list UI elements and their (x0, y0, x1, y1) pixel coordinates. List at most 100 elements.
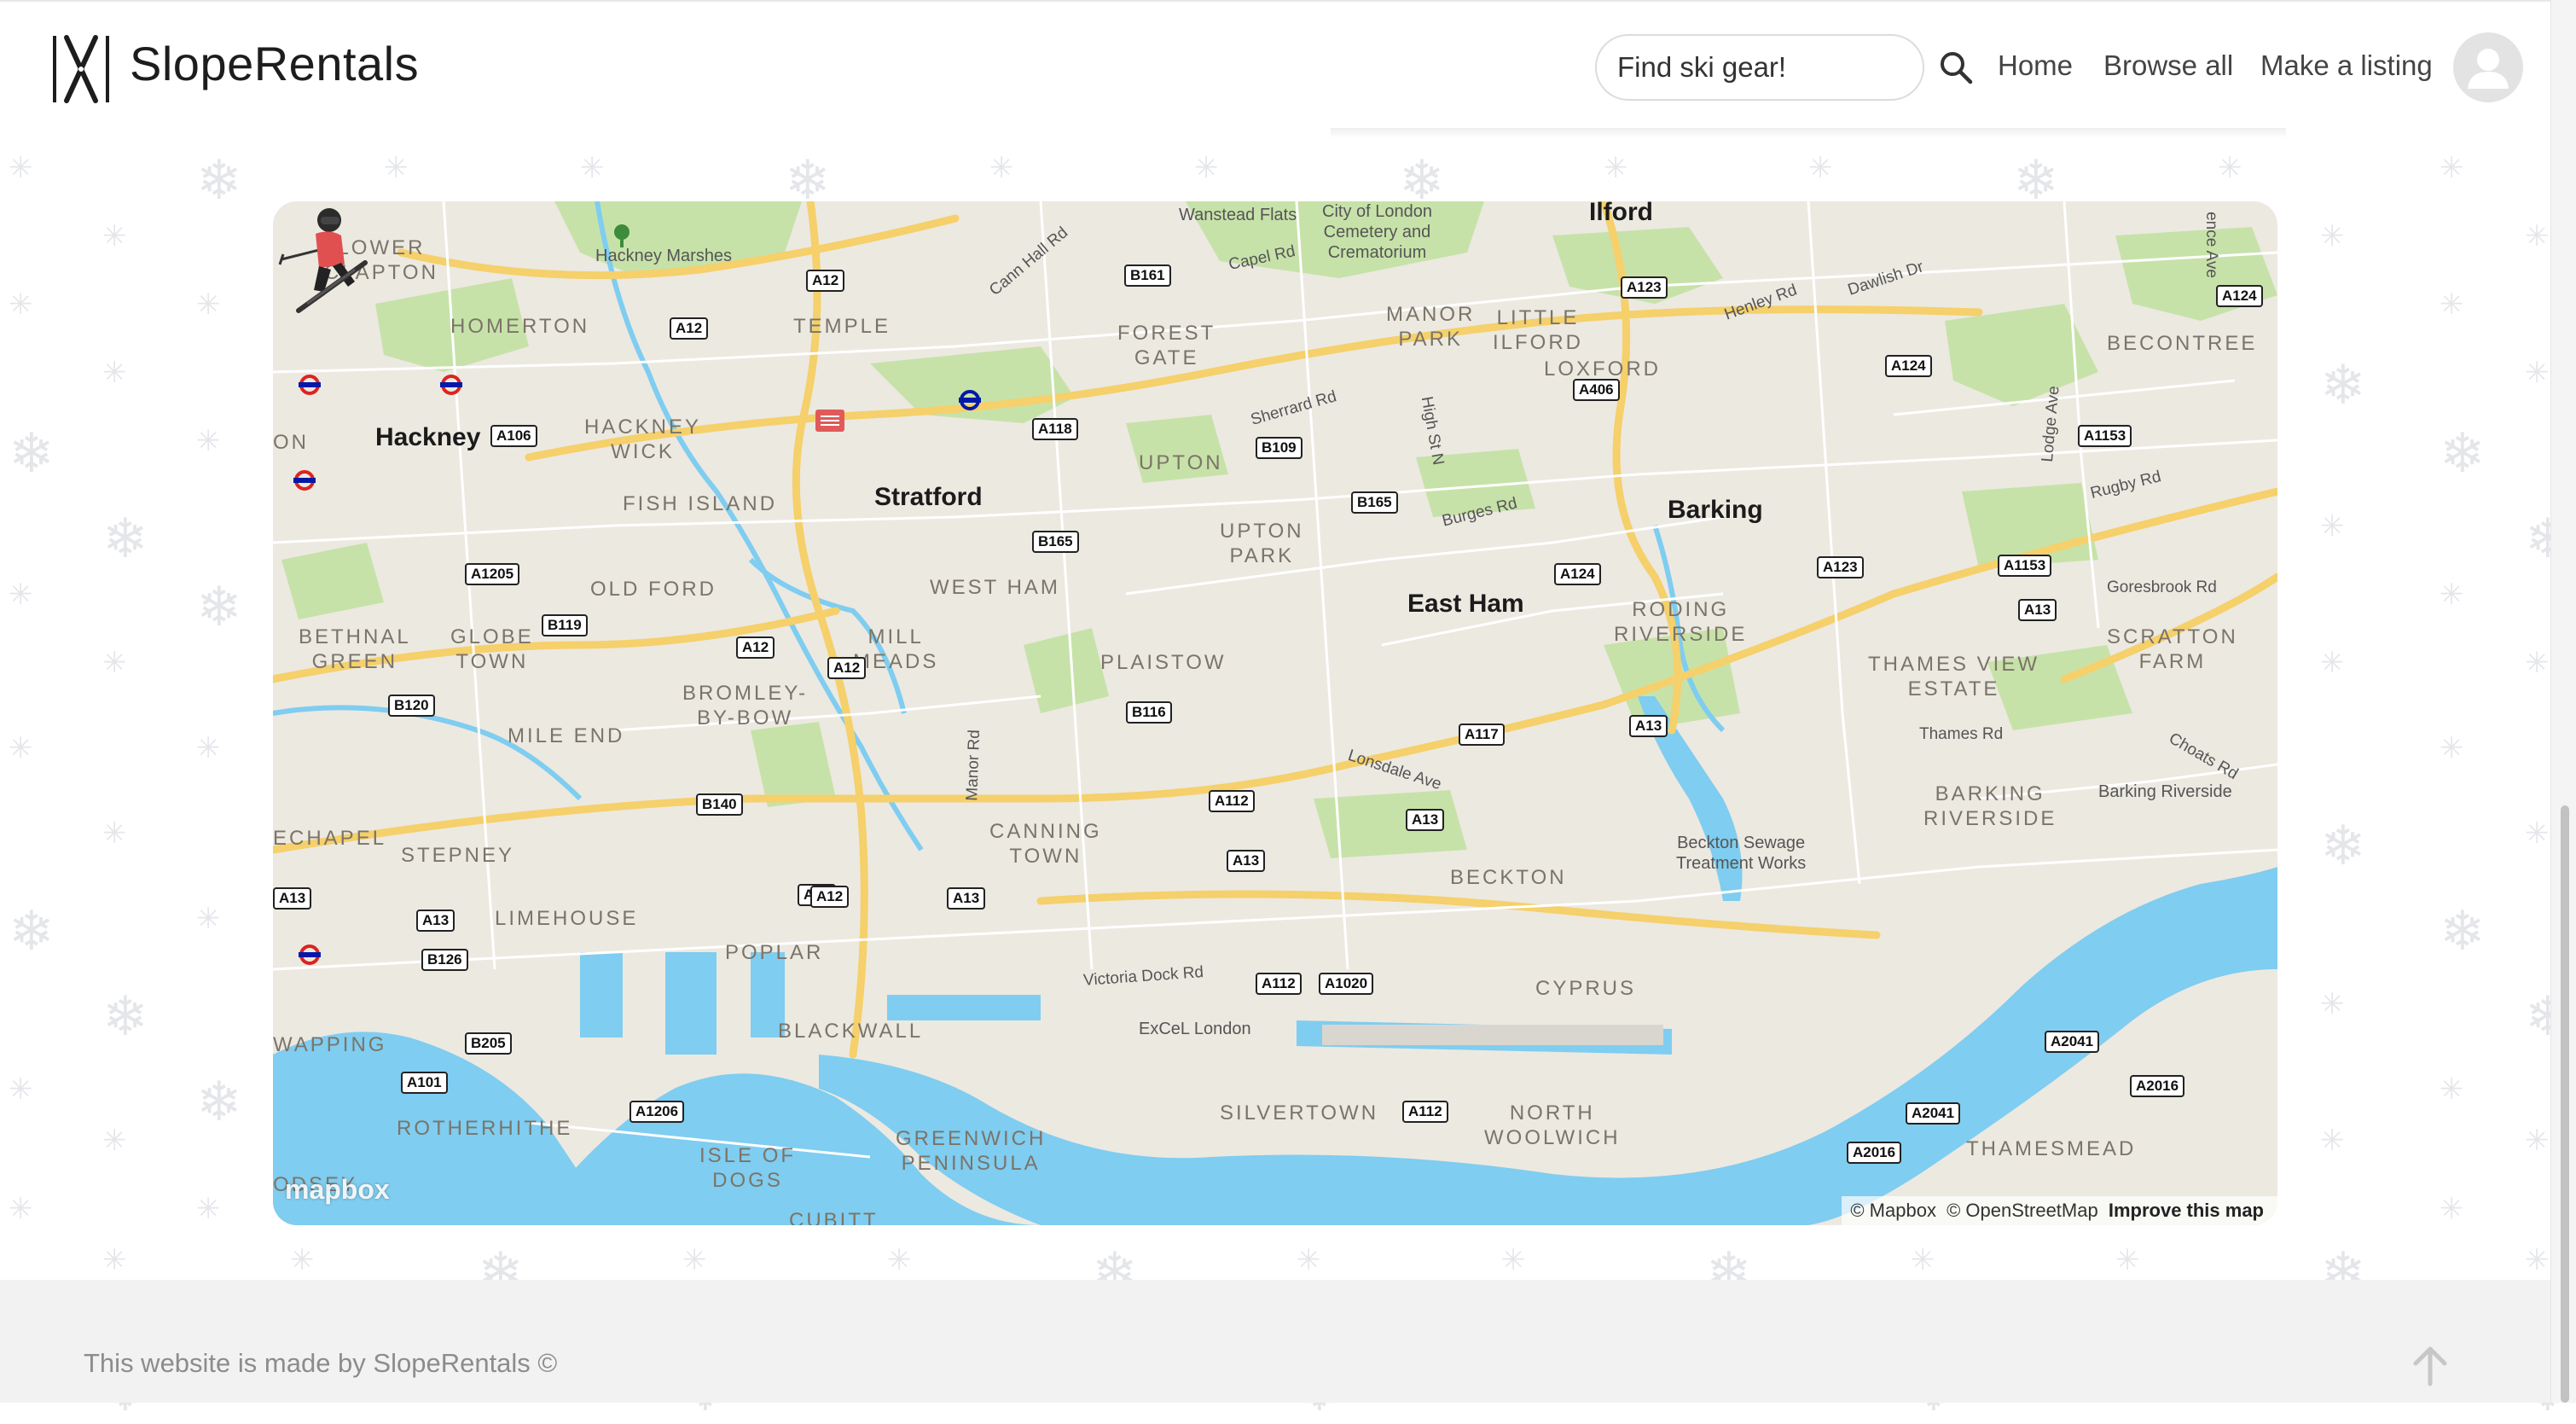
snowflake-icon: ✳ (9, 1192, 33, 1226)
search-icon[interactable] (1936, 48, 1976, 87)
snowflake-icon: ✳ (196, 424, 221, 458)
road-shield: A1153 (2078, 425, 2132, 447)
road-shield: B165 (1351, 491, 1398, 514)
snowflake-icon: ✳ (2320, 1124, 2345, 1158)
district-label: CUBITT (789, 1209, 879, 1225)
district-label: CANNING TOWN (989, 820, 1102, 868)
footer-credit: This website is made by SlopeRentals © (84, 1348, 558, 1378)
street-label: Goresbrook Rd (2107, 578, 2217, 596)
snowflake-icon: ✳ (102, 646, 127, 680)
road-shield: B205 (465, 1032, 512, 1055)
snowflake-icon: ✳ (384, 151, 409, 185)
mapbox-logo[interactable]: mapbox (285, 1174, 390, 1206)
snowflake-icon: ✳ (2320, 509, 2345, 543)
snowflake-icon: ✳ (9, 578, 33, 612)
snowflake-icon: ✳ (2525, 1124, 2550, 1158)
district-label: WEST HAM (930, 576, 1060, 599)
snowflake-icon: ❄ (102, 508, 148, 571)
scrollbar-thumb[interactable] (2561, 805, 2569, 1403)
snowflake-icon: ✳ (2320, 646, 2345, 680)
place-label: Ilford (1589, 201, 1653, 226)
district-label: MILE END (508, 724, 625, 747)
road-shield: A12 (810, 886, 850, 908)
snowflake-icon: ✳ (1194, 151, 1219, 185)
underground-station-icon[interactable] (293, 469, 316, 491)
snowflake-icon: ✳ (2440, 151, 2464, 185)
road-shield: B119 (542, 614, 588, 636)
road-shield: A106 (490, 425, 537, 447)
district-label: ON (273, 431, 309, 454)
underground-station-icon[interactable] (299, 374, 321, 396)
poi-label: Wanstead Flats (1179, 206, 1297, 224)
road-shield: A13 (1227, 850, 1266, 872)
snowflake-icon: ✳ (2440, 578, 2464, 612)
district-label: TEMPLE (793, 315, 891, 338)
poi-label: Beckton Sewage Treatment Works (1676, 834, 1807, 873)
district-label: OLD FORD (590, 578, 717, 601)
road-shield: A2016 (2130, 1075, 2185, 1097)
place-label: Barking (1668, 496, 1763, 524)
underground-station-icon[interactable] (440, 374, 462, 396)
road-shield: A1206 (629, 1101, 685, 1123)
osm-attribution-link[interactable]: © OpenStreetMap (1947, 1200, 2098, 1221)
road-shield: A12 (827, 657, 867, 679)
user-avatar-icon[interactable] (2453, 32, 2523, 102)
snowflake-icon: ✳ (102, 1124, 127, 1158)
snowflake-icon: ✳ (102, 356, 127, 390)
snowflake-icon: ❄ (785, 149, 831, 212)
road-shield: B109 (1256, 437, 1303, 459)
nav-browse-all-link[interactable]: Browse all (2103, 49, 2233, 82)
snowflake-icon: ✳ (9, 151, 33, 185)
road-shield: A112 (1256, 973, 1302, 995)
top-navbar: SlopeRentals Home Browse all Make a list… (0, 0, 2550, 130)
header-shadow (1331, 128, 2286, 138)
district-label: MANOR PARK (1386, 303, 1476, 351)
district-label: SILVERTOWN (1220, 1101, 1379, 1125)
nav-make-listing-link[interactable]: Make a listing (2260, 49, 2433, 82)
snowflake-icon: ❄ (2013, 149, 2059, 212)
poi-label: ExCeL London (1139, 1020, 1251, 1038)
skier-marker-icon[interactable] (273, 201, 375, 321)
snowflake-icon: ❄ (2320, 354, 2366, 417)
airport-runway (1322, 1025, 1663, 1045)
snowflake-icon: ❄ (102, 985, 148, 1049)
snowflake-icon: ✳ (290, 1243, 315, 1277)
district-label: BLACKWALL (778, 1020, 924, 1043)
search-input[interactable] (1595, 34, 1924, 101)
road-shield: A13 (416, 910, 455, 932)
snowflake-icon: ✳ (102, 1243, 127, 1277)
district-label: FOREST GATE (1117, 322, 1216, 369)
improve-map-link[interactable]: Improve this map (2109, 1200, 2264, 1221)
district-label: ROTHERHITHE (397, 1117, 573, 1140)
snowflake-icon: ❄ (2440, 900, 2486, 963)
snowflake-icon: ✳ (1604, 151, 1628, 185)
mapbox-attribution-link[interactable]: © Mapbox (1850, 1200, 1936, 1221)
district-label: ECHAPEL (273, 827, 387, 850)
district-label: THAMESMEAD (1966, 1137, 2137, 1160)
national-rail-icon[interactable] (815, 410, 844, 432)
crossed-skis-logo-icon[interactable] (49, 32, 113, 106)
nav-home-link[interactable]: Home (1998, 49, 2073, 82)
snowflake-icon: ✳ (989, 151, 1014, 185)
snowflake-icon: ✳ (2440, 1072, 2464, 1107)
snowflake-icon: ✳ (2440, 731, 2464, 765)
underground-station-icon[interactable] (959, 389, 981, 411)
arrow-up-icon[interactable] (2411, 1345, 2450, 1387)
road-shield: A124 (1885, 355, 1932, 377)
road-shield: A117 (1459, 724, 1505, 746)
road-shield: A112 (1209, 790, 1255, 812)
road-shield: A13 (2018, 599, 2057, 621)
district-label: POPLAR (725, 941, 824, 964)
listing-location-map[interactable]: Hackney Stratford East Ham Barking Ilford LOW… (273, 201, 2277, 1225)
road-shield: A12 (736, 636, 775, 659)
road-shield: A2041 (1906, 1102, 1961, 1125)
road-shield: A124 (1554, 563, 1601, 585)
district-label: BECONTREE (2107, 332, 2258, 355)
snowflake-icon: ✳ (2440, 1192, 2464, 1226)
district-label: WAPPING (273, 1033, 387, 1056)
underground-station-icon[interactable] (299, 944, 321, 966)
road-shield: B165 (1032, 531, 1079, 553)
street-label: ence Ave (2202, 212, 2220, 278)
place-label: Hackney (375, 423, 481, 451)
brand-name[interactable]: SlopeRentals (130, 36, 419, 91)
